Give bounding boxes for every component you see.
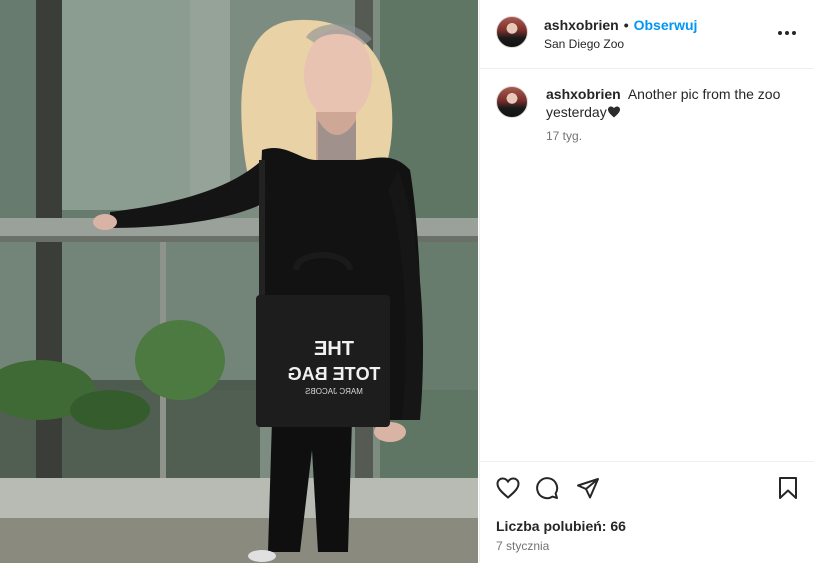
caption-section: ashxobrien Another pic from the zoo yest… bbox=[480, 70, 814, 460]
more-options-icon[interactable] bbox=[775, 24, 799, 42]
black-heart-icon bbox=[607, 104, 621, 118]
caption-avatar[interactable] bbox=[496, 86, 528, 118]
post-header: ashxobrien • Obserwuj San Diego Zoo bbox=[480, 0, 814, 69]
bookmark-icon[interactable] bbox=[775, 475, 801, 501]
follow-button[interactable]: Obserwuj bbox=[634, 17, 698, 33]
caption-username[interactable]: ashxobrien bbox=[546, 86, 621, 102]
bag-text-line2: TOTE BAG bbox=[288, 364, 381, 384]
likes-count[interactable]: Liczba polubień: 66 bbox=[496, 518, 626, 534]
author-username[interactable]: ashxobrien bbox=[544, 17, 619, 33]
location-link[interactable]: San Diego Zoo bbox=[544, 37, 624, 51]
post-side-panel: ashxobrien • Obserwuj San Diego Zoo ashxob… bbox=[479, 0, 814, 563]
author-line: ashxobrien • Obserwuj bbox=[544, 16, 697, 34]
author-avatar[interactable] bbox=[496, 16, 528, 48]
post-date[interactable]: 7 stycznia bbox=[496, 539, 549, 553]
bag-text-line1: THE bbox=[314, 338, 354, 360]
photo-illustration: THE TOTE BAG MARC JACOBS bbox=[0, 0, 478, 563]
like-heart-icon[interactable] bbox=[495, 475, 521, 501]
paper-plane-icon[interactable] bbox=[575, 475, 601, 501]
action-bar: Liczba polubień: 66 7 stycznia bbox=[480, 461, 814, 563]
caption-text: ashxobrien Another pic from the zoo yest… bbox=[546, 85, 796, 121]
comment-icon[interactable] bbox=[534, 475, 560, 501]
separator-dot: • bbox=[623, 17, 629, 33]
bag-text-line3: MARC JACOBS bbox=[305, 387, 363, 396]
post-photo[interactable]: THE TOTE BAG MARC JACOBS bbox=[0, 0, 478, 563]
post-age: 17 tyg. bbox=[546, 129, 583, 143]
